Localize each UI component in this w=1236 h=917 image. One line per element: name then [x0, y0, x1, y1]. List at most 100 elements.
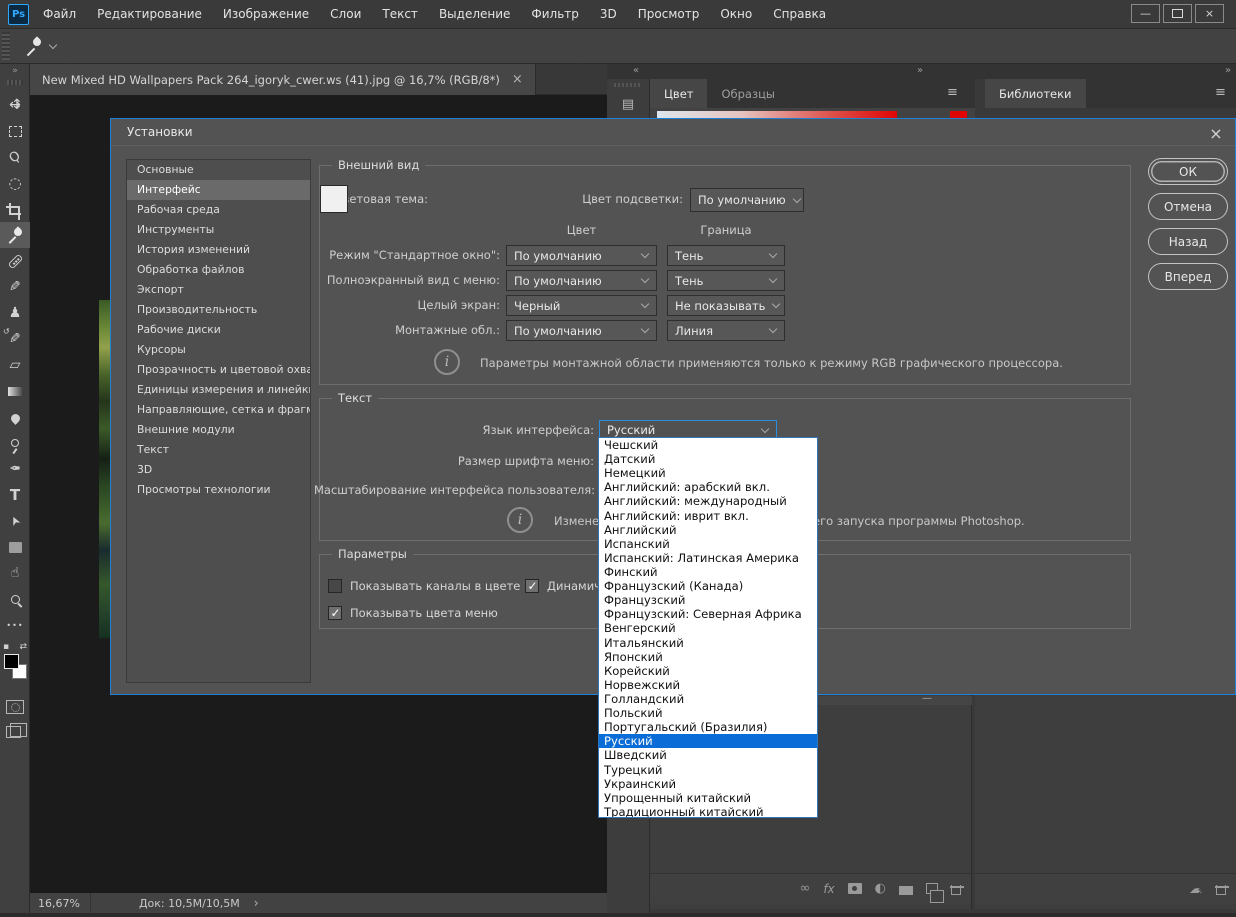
- layers-footer-icon-adjustment[interactable]: ◐: [875, 881, 886, 896]
- menu-item[interactable]: 3D: [600, 7, 617, 21]
- sidebar-item[interactable]: Обработка файлов: [127, 260, 310, 280]
- tool-rectangle[interactable]: [0, 534, 30, 560]
- language-option[interactable]: Украинский: [599, 777, 817, 791]
- tool-move[interactable]: ↔: [0, 92, 30, 118]
- menu-item[interactable]: Окно: [720, 7, 752, 21]
- language-option[interactable]: Чешский: [599, 438, 817, 452]
- border-select[interactable]: Линия: [667, 320, 785, 341]
- layers-footer-icon-delete[interactable]: [951, 885, 961, 895]
- window-control-maximize[interactable]: [1163, 4, 1192, 23]
- sidebar-item[interactable]: Основные: [127, 160, 310, 180]
- dynamic-sliders-checkbox[interactable]: [525, 579, 539, 593]
- quick-mask-button[interactable]: [6, 700, 24, 714]
- tool-eraser[interactable]: ▱: [0, 352, 30, 378]
- current-color-swatch[interactable]: [950, 111, 967, 118]
- menu-item[interactable]: Просмотр: [638, 7, 700, 21]
- language-option[interactable]: Традиционный китайский: [599, 805, 817, 818]
- language-option[interactable]: Упрощенный китайский: [599, 791, 817, 805]
- language-option[interactable]: Голландский: [599, 692, 817, 706]
- language-option[interactable]: Норвежский: [599, 678, 817, 692]
- layers-footer-icon-effects[interactable]: fx: [823, 882, 834, 896]
- panel-menu-icon[interactable]: ≡: [1215, 85, 1226, 100]
- menu-item[interactable]: Фильтр: [531, 7, 578, 21]
- tool-marquee[interactable]: [0, 118, 30, 144]
- tool-path-select[interactable]: ➤: [0, 508, 30, 534]
- tool-healing-brush[interactable]: [0, 248, 30, 274]
- swap-colors-icon[interactable]: ▪⇄: [3, 642, 27, 652]
- sidebar-item[interactable]: Текст: [127, 440, 310, 460]
- dialog-button[interactable]: Назад: [1148, 228, 1228, 255]
- sidebar-item[interactable]: 3D: [127, 460, 310, 480]
- tool-zoom[interactable]: [0, 586, 30, 612]
- color-select[interactable]: По умолчанию: [506, 270, 657, 291]
- sidebar-item[interactable]: История изменений: [127, 240, 310, 260]
- color-select[interactable]: По умолчанию: [506, 320, 657, 341]
- screen-mode-button[interactable]: [6, 726, 21, 738]
- tab-color[interactable]: Цвет: [650, 79, 707, 108]
- sidebar-item[interactable]: Просмотры технологии: [127, 480, 310, 500]
- border-select[interactable]: Тень: [667, 270, 785, 291]
- tool-dodge[interactable]: [0, 430, 30, 456]
- tool-history-brush[interactable]: ✎: [0, 326, 30, 352]
- show-menu-colors-checkbox[interactable]: [328, 606, 342, 620]
- status-chevron-icon[interactable]: ›: [254, 896, 259, 910]
- menu-item[interactable]: Редактирование: [97, 7, 202, 21]
- tool-eyedropper[interactable]: [0, 222, 30, 248]
- language-option[interactable]: Турецкий: [599, 763, 817, 777]
- tool-type[interactable]: T: [0, 482, 30, 508]
- collapse-dock-icon[interactable]: »: [1225, 65, 1231, 76]
- tool-brush[interactable]: ✎: [0, 274, 30, 300]
- dialog-title-bar[interactable]: Установки ×: [111, 119, 1235, 146]
- sidebar-item[interactable]: Производительность: [127, 300, 310, 320]
- current-tool-button[interactable]: [24, 35, 58, 57]
- foreground-color[interactable]: [4, 654, 19, 669]
- color-ramp[interactable]: [657, 111, 897, 118]
- photoshop-logo-icon[interactable]: Ps: [8, 4, 29, 25]
- language-option[interactable]: Португальский (Бразилия): [599, 720, 817, 734]
- language-option[interactable]: Французский: [599, 593, 817, 607]
- tool-edit-toolbar[interactable]: •••: [0, 612, 30, 638]
- border-select[interactable]: Не показывать: [667, 295, 785, 316]
- border-select[interactable]: Тень: [667, 245, 785, 266]
- tool-clone-stamp[interactable]: ♟: [0, 300, 30, 326]
- layers-footer-icon-new-layer[interactable]: [926, 883, 938, 894]
- language-option[interactable]: Итальянский: [599, 636, 817, 650]
- sidebar-item[interactable]: Экспорт: [127, 280, 310, 300]
- tool-lasso[interactable]: Ϙ: [0, 144, 30, 170]
- language-option[interactable]: Немецкий: [599, 466, 817, 480]
- sidebar-item[interactable]: Инструменты: [127, 220, 310, 240]
- sidebar-item[interactable]: Рабочие диски: [127, 320, 310, 340]
- menu-item[interactable]: Выделение: [439, 7, 510, 21]
- layers-footer-icon-group[interactable]: [899, 886, 913, 895]
- layers-footer-icon-link[interactable]: ∞: [799, 881, 810, 896]
- tab-libraries[interactable]: Библиотеки: [985, 79, 1086, 108]
- tool-quick-select[interactable]: ◌: [0, 170, 30, 196]
- tool-pen[interactable]: ✒: [0, 456, 30, 482]
- close-dialog-icon[interactable]: ×: [1205, 122, 1227, 144]
- language-option[interactable]: Венгерский: [599, 621, 817, 635]
- sidebar-item[interactable]: Направляющие, сетка и фрагменты: [127, 400, 310, 420]
- sidebar-item[interactable]: Единицы измерения и линейки: [127, 380, 310, 400]
- collapse-dock-icon[interactable]: »: [917, 65, 923, 76]
- tool-blur[interactable]: [0, 404, 30, 430]
- language-option[interactable]: Английский: международный: [599, 494, 817, 508]
- color-select[interactable]: Черный: [506, 295, 657, 316]
- menu-item[interactable]: Справка: [773, 7, 826, 21]
- highlight-color-select[interactable]: По умолчанию: [690, 188, 804, 212]
- language-option[interactable]: Испанский: Латинская Америка: [599, 551, 817, 565]
- dialog-button[interactable]: Отмена: [1148, 193, 1228, 220]
- sidebar-item[interactable]: Внешние модули: [127, 420, 310, 440]
- dialog-button[interactable]: ОК: [1148, 158, 1228, 185]
- close-tab-icon[interactable]: ×: [512, 72, 523, 87]
- libraries-footer-icon-cloud-offline[interactable]: ☁: [1189, 881, 1203, 897]
- sidebar-item[interactable]: Курсоры: [127, 340, 310, 360]
- language-option[interactable]: Корейский: [599, 664, 817, 678]
- options-grip[interactable]: [2, 32, 10, 60]
- tool-gradient[interactable]: [0, 378, 30, 404]
- document-tab[interactable]: New Mixed HD Wallpapers Pack 264_igoryk_…: [30, 64, 536, 95]
- language-option[interactable]: Английский: арабский вкл.: [599, 480, 817, 494]
- collapse-dock-icon[interactable]: «: [633, 65, 639, 76]
- language-option[interactable]: Испанский: [599, 537, 817, 551]
- panel-menu-icon[interactable]: ≡: [947, 85, 958, 100]
- language-option[interactable]: Английский: [599, 523, 817, 537]
